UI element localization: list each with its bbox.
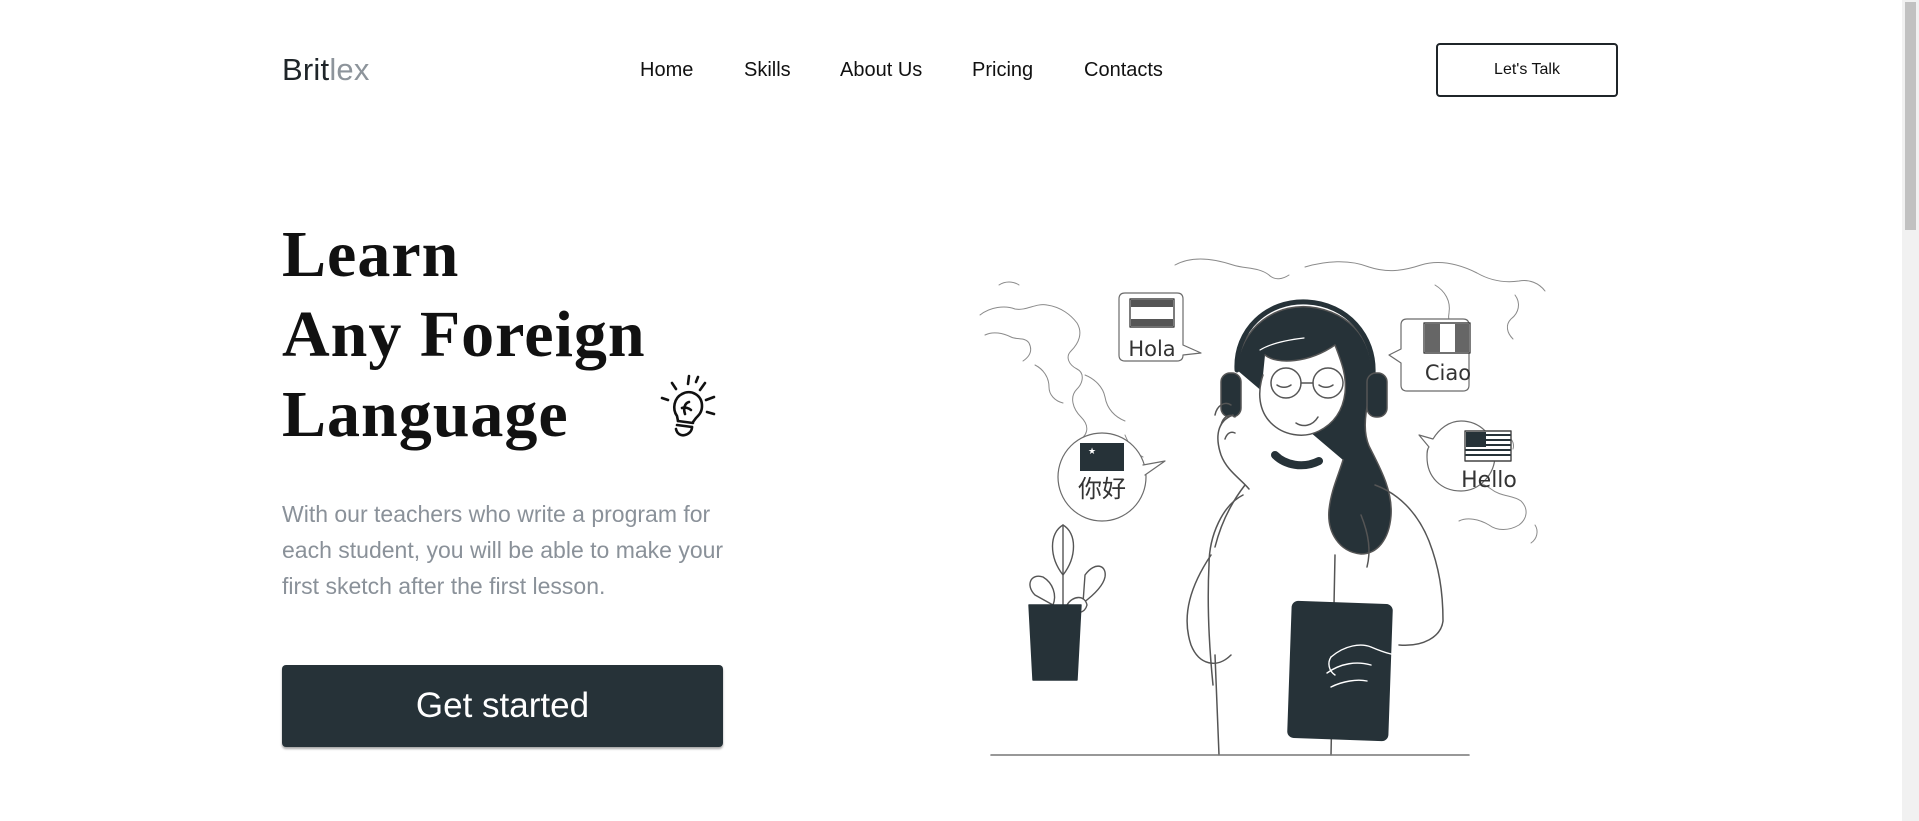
speech-bubble-spanish: Hola	[1118, 292, 1202, 362]
hero-subtitle: With our teachers who write a program fo…	[282, 501, 724, 599]
hero-title-line-3: Language	[282, 378, 569, 451]
bubble-spanish-text: Hola	[1128, 337, 1175, 361]
hero-title-line-2: Any Foreign	[282, 298, 646, 371]
speech-bubble-english: Hello	[1418, 420, 1517, 493]
nav-item-contacts[interactable]: Contacts	[1084, 59, 1163, 82]
nav-item-about-us[interactable]: About Us	[840, 59, 922, 82]
brand-logo-part2: lex	[329, 52, 370, 87]
bubble-chinese-text: 你好	[1078, 475, 1126, 503]
bubble-italian-text: Ciao	[1425, 361, 1471, 385]
scrollbar-thumb[interactable]	[1905, 2, 1916, 230]
bubble-english-text: Hello	[1461, 468, 1517, 493]
get-started-button[interactable]: Get started	[282, 665, 723, 747]
nav-item-pricing[interactable]: Pricing	[972, 59, 1033, 82]
speech-bubble-italian: Ciao	[1388, 318, 1471, 392]
nav-item-skills[interactable]: Skills	[744, 59, 791, 82]
brand-logo[interactable]: Britlex	[282, 52, 370, 88]
tablet	[1287, 600, 1412, 742]
hero-title: Learn Any Foreign Language	[282, 215, 646, 455]
plant	[1028, 524, 1106, 681]
hero-title-line-1: Learn	[282, 218, 460, 291]
lightbulb-icon	[660, 374, 716, 437]
speech-bubble-chinese: ★ 你好	[1057, 432, 1166, 522]
language-learning-illustration: Hola Ciao ★ 你好 Hello	[979, 258, 1546, 756]
page-scrollbar[interactable]	[1902, 0, 1919, 821]
brand-logo-part1: Brit	[282, 52, 330, 87]
nav-item-home[interactable]: Home	[640, 59, 693, 82]
svg-text:★: ★	[1088, 447, 1096, 457]
lets-talk-button[interactable]: Let's Talk	[1436, 43, 1618, 97]
